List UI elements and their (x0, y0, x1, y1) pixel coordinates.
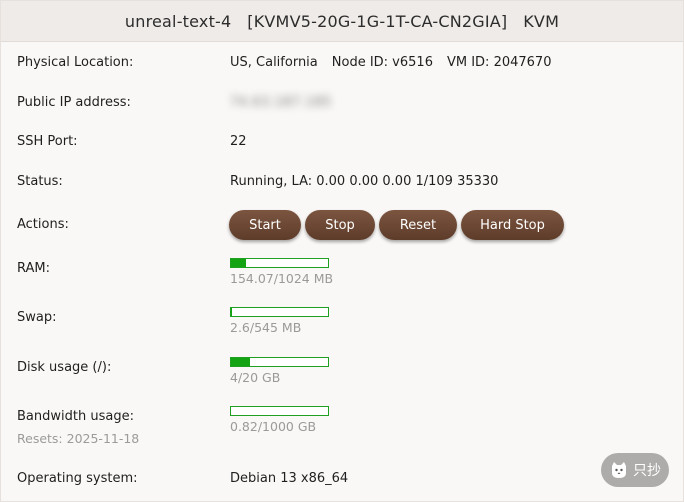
swap-progress-bar (230, 307, 329, 317)
ram-progress-bar (230, 258, 329, 268)
ram-progress-fill (231, 259, 246, 267)
vps-info-panel: unreal-text-4 [KVMV5-20G-1G-1T-CA-CN2GIA… (0, 0, 684, 502)
plan-name: [KVMV5-20G-1G-1T-CA-CN2GIA] (247, 11, 508, 31)
os-value: Debian 13 x86_64 (230, 471, 349, 486)
actions-label: Actions: (17, 217, 69, 232)
hostname: unreal-text-4 (124, 11, 232, 31)
status-label: Status: (17, 174, 63, 189)
node-id: Node ID: v6516 (331, 55, 433, 70)
hard-stop-button[interactable]: Hard Stop (461, 210, 564, 240)
bandwidth-usage: 0.82/1000 GB (230, 419, 317, 434)
location-label: Physical Location: (17, 55, 134, 70)
location-value: US, California Node ID: v6516 VM ID: 20476… (230, 55, 551, 70)
ram-label: RAM: (17, 261, 50, 276)
disk-usage: 4/20 GB (230, 370, 281, 385)
copy-badge[interactable]: 只抄 (601, 453, 669, 487)
ram-usage: 154.07/1024 MB (230, 271, 334, 286)
bandwidth-label: Bandwidth usage: (17, 409, 134, 424)
ssh-label: SSH Port: (17, 134, 78, 149)
vm-id: VM ID: 2047670 (446, 55, 552, 70)
ip-value[interactable]: 74.63.187.185 (230, 95, 332, 110)
cat-icon (612, 462, 626, 478)
ssh-value: 22 (230, 134, 247, 149)
swap-label: Swap: (17, 310, 57, 325)
swap-usage: 2.6/545 MB (230, 320, 302, 335)
location-text: US, California (230, 55, 318, 70)
panel-header: unreal-text-4 [KVMV5-20G-1G-1T-CA-CN2GIA… (1, 1, 683, 42)
badge-text: 只抄 (633, 463, 661, 479)
disk-progress-bar (230, 357, 329, 367)
reset-button[interactable]: Reset (379, 210, 457, 240)
os-label: Operating system: (17, 471, 138, 486)
virtualization-type: KVM (523, 11, 560, 31)
status-value: Running, LA: 0.00 0.00 0.00 1/109 35330 (230, 174, 499, 189)
bandwidth-resets: Resets: 2025-11-18 (17, 431, 140, 446)
stop-button[interactable]: Stop (305, 210, 375, 240)
start-button[interactable]: Start (229, 210, 301, 240)
disk-label: Disk usage (/): (17, 360, 112, 375)
ip-label: Public IP address: (17, 95, 131, 110)
disk-progress-fill (231, 358, 251, 366)
bandwidth-progress-bar (230, 406, 329, 416)
